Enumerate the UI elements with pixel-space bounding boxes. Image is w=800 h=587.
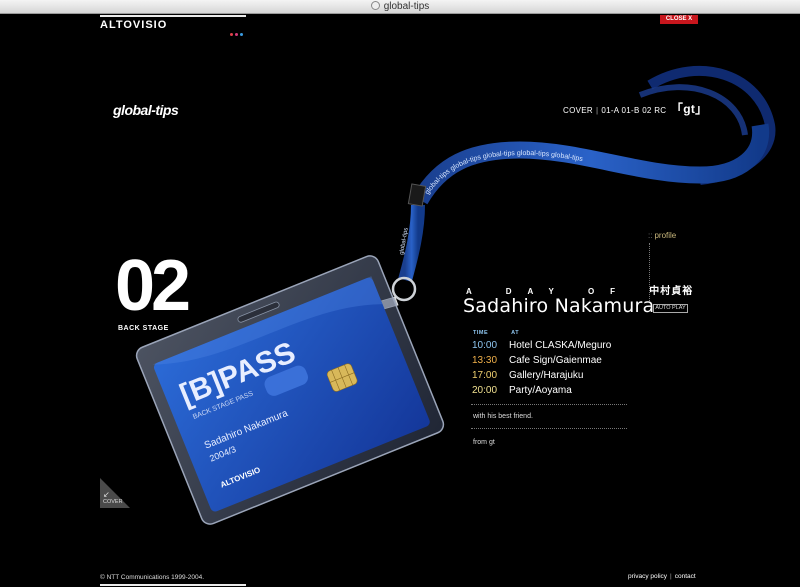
kanji-name: 中村貞裕 [649, 286, 694, 297]
privacy-policy-link[interactable]: privacy policy [628, 573, 667, 580]
schedule-row: 17:00 Gallery/Harajuku [472, 370, 611, 385]
schedule-time: 10:00 [472, 340, 498, 351]
window-title: global-tips [383, 1, 430, 12]
schedule-time: 13:30 [472, 355, 498, 366]
copyright: © NTT Communications 1999-2004. [100, 574, 205, 581]
schedule-row: 13:30 Cafe Sign/Gaienmae [472, 355, 611, 370]
schedule-note: with his best friend. [473, 413, 533, 420]
schedule-place: Gallery/Harajuku [509, 370, 584, 381]
schedule-time: 17:00 [472, 370, 498, 381]
schedule-place: Party/Aoyama [509, 385, 572, 396]
lanyard-text: global-tips global-tips global-tips glob… [424, 150, 584, 196]
schedule-time: 20:00 [472, 385, 498, 396]
profile-link[interactable]: :: profile [648, 231, 676, 240]
key-ring [391, 276, 417, 302]
schedule-row: 20:00 Party/Aoyama [472, 385, 611, 400]
schedule-row: 10:00 Hotel CLASKA/Meguro [472, 340, 611, 355]
footer-links: privacy policy | contact [628, 573, 696, 580]
bottom-divider [100, 584, 246, 586]
cover-label: COVER [103, 499, 123, 505]
globe-icon [370, 1, 380, 10]
arrow-down-left-icon: ↙ [103, 490, 110, 499]
person-name: Sadahiro Nakamura [463, 295, 655, 317]
cover-back-button[interactable]: ↙ COVER [100, 478, 130, 508]
note-divider [471, 428, 627, 429]
schedule-header: TIME AT [473, 330, 520, 336]
schedule-place: Hotel CLASKA/Meguro [509, 340, 612, 351]
from-credit: from gt [473, 439, 495, 446]
contact-link[interactable]: contact [675, 573, 696, 580]
schedule-list: 10:00 Hotel CLASKA/Meguro 13:30 Cafe Sign/G… [472, 340, 611, 400]
badge: [B]PASS BACK STAGE PASS Sadahiro Nakamur… [135, 255, 445, 525]
window-titlebar: global-tips [0, 0, 800, 14]
page: ALTOVISIO CLOSE X global-tips COVER | 01-A… [0, 15, 800, 587]
autoplay-button[interactable]: AUTO PLAY [653, 304, 688, 313]
schedule-divider [471, 404, 627, 405]
lanyard-buckle [407, 183, 427, 207]
schedule-place: Cafe Sign/Gaienmae [509, 355, 602, 366]
